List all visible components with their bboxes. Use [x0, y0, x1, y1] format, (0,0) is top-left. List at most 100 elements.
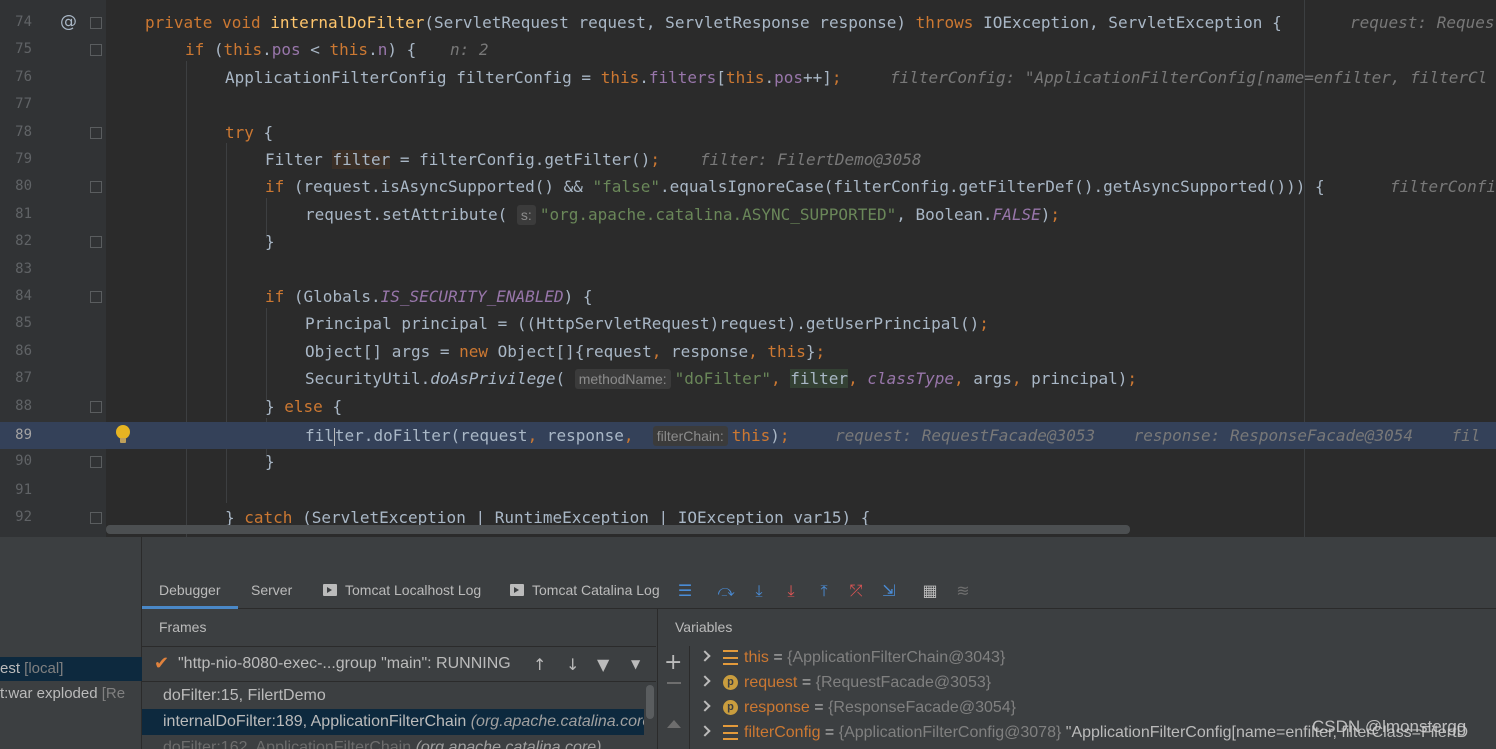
code-line[interactable]: 91 — [0, 477, 1496, 504]
code-line[interactable]: 74 @ private void internalDoFilter(Servl… — [0, 9, 1496, 36]
field-list-icon — [723, 650, 738, 665]
code-line[interactable]: 88 } else { — [0, 393, 1496, 420]
fold-marker-icon[interactable] — [90, 512, 102, 524]
code-line[interactable]: 85 Principal principal = ((HttpServletRe… — [0, 310, 1496, 337]
equals-sign: = — [809, 699, 829, 716]
code-line[interactable]: 75 if (this.pos < this.n) { n: 2 — [0, 36, 1496, 63]
fold-marker-icon[interactable] — [90, 181, 102, 194]
remove-watch-icon[interactable] — [667, 682, 681, 684]
stack-frame[interactable]: doFilter:15, FilertDemo — [142, 683, 644, 709]
variable-row[interactable]: this = {ApplicationFilterChain@3043} — [691, 645, 1496, 670]
code-line[interactable]: 77 — [0, 91, 1496, 118]
code-line[interactable]: 83 — [0, 256, 1496, 283]
filter-icon[interactable]: ▼ — [597, 655, 609, 674]
debug-tool-window: est [local] t:war exploded [Re Debugger … — [0, 537, 1496, 749]
code-text: try { — [225, 122, 274, 142]
variable-entry: this = {ApplicationFilterChain@3043} — [744, 645, 1005, 670]
line-number: 92 — [15, 509, 32, 525]
current-execution-line[interactable]: 89 filter.doFilter(request, response, fi… — [0, 422, 1496, 450]
run-to-cursor-icon[interactable]: ⇲ — [879, 582, 899, 600]
service-item[interactable]: est [local] — [0, 657, 142, 681]
fold-marker-icon[interactable] — [90, 236, 102, 249]
step-out-icon[interactable]: ⤒ — [814, 582, 834, 600]
equals-sign: = — [768, 649, 788, 666]
fold-marker-icon[interactable] — [90, 456, 102, 468]
drop-frame-icon[interactable]: ⤱ — [846, 582, 866, 600]
code-line[interactable]: 76 ApplicationFilterConfig filterConfig … — [0, 64, 1496, 91]
expand-arrow-icon[interactable] — [699, 650, 711, 662]
tab-tomcat-localhost-log[interactable]: Tomcat Localhost Log — [323, 571, 481, 609]
arrow-down-icon[interactable]: ↓ — [566, 655, 579, 674]
code-line[interactable]: 81 request.setAttribute( s: "org.apache.c… — [0, 201, 1496, 228]
variable-name: filterConfig — [744, 724, 821, 741]
expand-arrow-icon[interactable] — [699, 725, 711, 737]
line-number: 75 — [15, 41, 32, 58]
tab-tomcat-catalina-log[interactable]: Tomcat Catalina Log — [510, 571, 660, 609]
stack-frame[interactable]: internalDoFilter:189, ApplicationFilterC… — [142, 709, 644, 735]
force-step-into-icon[interactable]: ⤓ — [781, 582, 801, 600]
scrollbar-thumb[interactable] — [646, 685, 654, 719]
fold-marker-icon[interactable] — [90, 400, 102, 413]
tab-server[interactable]: Server — [251, 571, 292, 609]
code-text: request.setAttribute( s: "org.apache.cata… — [305, 204, 1061, 225]
parameter-hint: methodName: — [574, 369, 671, 390]
code-text: } — [265, 452, 275, 471]
line-number: 83 — [15, 260, 32, 277]
code-text: Object[] args = new Object[]{request, re… — [305, 341, 826, 361]
variables-toolbar: + — [658, 646, 690, 749]
variable-row[interactable]: p request = {RequestFacade@3053} — [691, 670, 1496, 695]
expand-arrow-icon[interactable] — [699, 675, 711, 687]
service-item-name: est — [0, 660, 21, 677]
trace-icon[interactable]: ≋ — [953, 582, 973, 600]
stack-frame[interactable]: doFilter:162, ApplicationFilterChain (or… — [142, 735, 644, 749]
variable-value: {ApplicationFilterConfig@3078} — [838, 724, 1062, 741]
variable-entry: response = {ResponseFacade@3054} — [744, 695, 1016, 720]
code-editor[interactable]: 74 @ private void internalDoFilter(Servl… — [0, 0, 1496, 537]
code-text: Filter filter = filterConfig.getFilter()… — [265, 150, 660, 169]
intention-bulb-icon[interactable] — [116, 425, 130, 445]
code-text: if (request.isAsyncSupported() && "false… — [265, 177, 1325, 197]
variable-name: this — [744, 649, 769, 666]
code-line[interactable]: 79 Filter filter = filterConfig.getFilte… — [0, 146, 1496, 173]
line-number: 82 — [15, 233, 32, 250]
code-line[interactable]: 87 SecurityUtil.doAsPrivilege( methodNam… — [0, 365, 1496, 392]
fold-marker-icon[interactable] — [90, 126, 102, 139]
variable-name: request — [744, 674, 798, 691]
move-up-icon[interactable] — [667, 720, 681, 728]
code-line[interactable]: 90 } — [0, 448, 1496, 475]
override-annotation-icon[interactable]: @ — [60, 9, 77, 36]
variable-value: {RequestFacade@3053} — [815, 674, 992, 691]
chevron-down-icon[interactable]: ▼ — [631, 657, 640, 671]
threads-list-icon[interactable]: ☰ — [675, 582, 695, 600]
code-line[interactable]: 78 try { — [0, 119, 1496, 146]
line-number: 90 — [15, 453, 32, 469]
code-line[interactable]: 84 if (Globals.IS_SECURITY_ENABLED) { — [0, 283, 1496, 310]
fold-marker-icon[interactable] — [90, 44, 102, 57]
debug-inline-value: n: 2 — [450, 40, 489, 60]
step-into-icon[interactable]: ⤓ — [749, 582, 769, 600]
service-item-status: [Re — [97, 685, 126, 702]
code-line[interactable]: 80 if (request.isAsyncSupported() && "fa… — [0, 173, 1496, 200]
code-text: filter.doFilter(request, response, filte… — [305, 426, 790, 446]
tab-debugger[interactable]: Debugger — [142, 571, 238, 609]
frame-method: doFilter:162, ApplicationFilterChain — [163, 739, 416, 749]
frames-panel: Frames ✔ "http-nio-8080-exec-...group "m… — [142, 609, 656, 749]
step-over-icon[interactable]: ⤼ — [716, 582, 736, 600]
add-watch-icon[interactable]: + — [664, 652, 682, 674]
thread-selector[interactable]: ✔ "http-nio-8080-exec-...group "main": R… — [142, 646, 656, 682]
horizontal-scrollbar[interactable] — [106, 525, 1130, 534]
fold-marker-icon[interactable] — [90, 291, 102, 303]
frames-scrollbar[interactable] — [644, 683, 656, 749]
service-item[interactable]: t:war exploded [Re — [0, 682, 142, 706]
debug-inline-value: filterConfig: "ApplicationFilterConfig[n… — [890, 67, 1488, 87]
fold-marker-icon[interactable] — [90, 17, 102, 29]
evaluate-expression-icon[interactable]: ▦ — [920, 582, 940, 600]
line-number: 74 — [15, 14, 32, 30]
code-line[interactable]: 82 } — [0, 228, 1496, 255]
expand-arrow-icon[interactable] — [699, 700, 711, 712]
code-text: SecurityUtil.doAsPrivilege( methodName: "… — [305, 369, 1138, 390]
arrow-up-icon[interactable]: ↑ — [533, 655, 546, 674]
parameter-icon: p — [723, 700, 738, 715]
code-line[interactable]: 86 Object[] args = new Object[]{request,… — [0, 338, 1496, 365]
frame-method: doFilter:15, FilertDemo — [163, 687, 326, 704]
